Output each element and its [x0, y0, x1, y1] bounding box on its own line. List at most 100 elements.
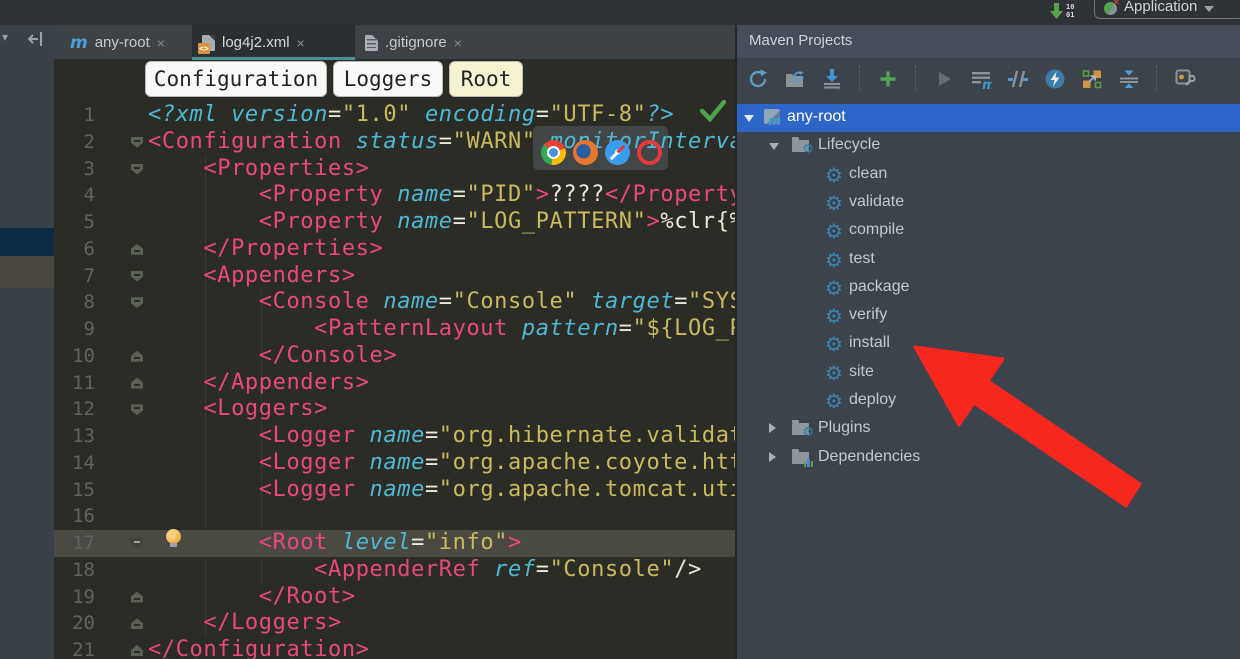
code-line-16[interactable]: 16 [54, 503, 735, 530]
tree-label: install [849, 334, 890, 352]
fold-marker-icon[interactable] [131, 378, 143, 389]
code-line-6[interactable]: 6 </Properties> [54, 236, 735, 263]
fold-marker-icon[interactable] [131, 645, 143, 656]
fold-marker-icon[interactable] [131, 618, 143, 629]
tree-row-package[interactable]: ⚙package [737, 274, 1240, 302]
left-toolwindow-strip: ▾ [0, 25, 55, 659]
code-line-9[interactable]: 9 <PatternLayout pattern="${LOG_PATTERN}… [54, 316, 735, 343]
toolbar-separator [1156, 66, 1158, 92]
code-line-15[interactable]: 15 <Logger name="org.apache.tomcat.util" [54, 477, 735, 504]
text-file-icon [365, 35, 378, 51]
code-line-21[interactable]: 21</Configuration> [54, 637, 735, 659]
run-maven-build-icon[interactable] [933, 68, 955, 90]
code-text: <Logger name="org.apache.tomcat.util" [148, 477, 735, 504]
firefox-icon[interactable] [573, 140, 598, 165]
fold-marker-icon[interactable] [131, 404, 143, 415]
generate-sources-update-folders-icon[interactable] [784, 68, 806, 90]
vcs-update-icon[interactable]: 10 01 [1048, 1, 1082, 21]
tree-row-plugins[interactable]: ⚙Plugins [737, 415, 1240, 443]
fold-marker-icon[interactable] [131, 297, 143, 308]
code-line-5[interactable]: 5 <Property name="LOG_PATTERN">%clr{%d{ [54, 209, 735, 236]
tree-label: Plugins [818, 419, 870, 437]
folder-gear-icon: ⚙ [792, 140, 809, 152]
chevron-expanded-icon[interactable] [769, 143, 779, 150]
fold-marker-icon[interactable] [131, 538, 143, 549]
breadcrumb-configuration[interactable]: Configuration [145, 61, 327, 97]
tab-log4j2-xml[interactable]: <> log4j2.xml × [192, 25, 355, 60]
code-line-12[interactable]: 12 <Loggers> [54, 396, 735, 423]
tree-row-compile[interactable]: ⚙compile [737, 217, 1240, 245]
fold-marker-icon[interactable] [131, 164, 143, 175]
tree-row-site[interactable]: ⚙site [737, 359, 1240, 387]
code-line-8[interactable]: 8 <Console name="Console" target="SYSTEM… [54, 289, 735, 316]
tree-row-install[interactable]: ⚙install [737, 330, 1240, 358]
fold-marker-icon[interactable] [131, 137, 143, 148]
tree-row-validate[interactable]: ⚙validate [737, 189, 1240, 217]
tab-label: .gitignore [385, 34, 447, 51]
intention-lightbulb-icon[interactable] [166, 529, 181, 544]
code-line-7[interactable]: 7 <Appenders> [54, 263, 735, 290]
run-configuration-combo[interactable]: ✕ Application [1094, 0, 1240, 19]
tab-gitignore[interactable]: .gitignore × [355, 25, 490, 60]
code-line-1[interactable]: 1<?xml version="1.0" encoding="UTF-8"?> [54, 102, 735, 129]
chevron-expanded-icon[interactable] [744, 115, 754, 122]
execute-maven-goal-icon[interactable]: m [970, 68, 992, 90]
vcs-counter-bottom: 01 [1066, 11, 1074, 19]
close-icon[interactable]: × [157, 36, 165, 50]
safari-icon[interactable] [605, 140, 630, 165]
add-maven-projects-icon[interactable] [877, 68, 899, 90]
breadcrumb-root[interactable]: Root [449, 61, 523, 97]
opera-icon[interactable] [637, 140, 662, 165]
fold-marker-icon[interactable] [131, 271, 143, 282]
code-text: <Property name="LOG_PATTERN">%clr{%d{ [148, 209, 735, 236]
tree-row-any-root[interactable]: many-root [737, 104, 1240, 132]
panel-title: Maven Projects [749, 32, 852, 49]
fold-marker-icon[interactable] [131, 244, 143, 255]
code-line-11[interactable]: 11 </Appenders> [54, 370, 735, 397]
toggle-skip-tests-icon[interactable] [1044, 68, 1066, 90]
code-line-14[interactable]: 14 <Logger name="org.apache.coyote.http1… [54, 450, 735, 477]
code-text: <Properties> [148, 156, 370, 183]
code-line-19[interactable]: 19 </Root> [54, 584, 735, 611]
main-toolbar: 10 01 ✕ Application [0, 0, 1240, 26]
fold-marker-icon[interactable] [131, 351, 143, 362]
collapse-all-icon[interactable] [1118, 68, 1140, 90]
scroll-from-source-icon[interactable] [26, 30, 44, 48]
code-text: </Properties> [148, 236, 383, 263]
chrome-icon[interactable] [541, 140, 566, 165]
code-line-18[interactable]: 18 <AppenderRef ref="Console"/> [54, 557, 735, 584]
chevron-down-icon[interactable]: ▾ [2, 30, 8, 44]
maven-settings-icon[interactable] [1174, 68, 1196, 90]
tree-row-dependencies[interactable]: Dependencies [737, 444, 1240, 472]
tree-row-deploy[interactable]: ⚙deploy [737, 387, 1240, 415]
download-sources-documentation-icon[interactable] [821, 68, 843, 90]
code-line-4[interactable]: 4 <Property name="PID">????</Property> [54, 182, 735, 209]
show-dependencies-icon[interactable] [1081, 68, 1103, 90]
tab-label: any-root [95, 34, 150, 51]
tree-row-verify[interactable]: ⚙verify [737, 302, 1240, 330]
reimport-all-maven-projects-icon[interactable] [747, 68, 769, 90]
toggle-offline-mode-icon[interactable] [1007, 68, 1029, 90]
chevron-collapsed-icon[interactable] [769, 423, 776, 433]
code-line-10[interactable]: 10 </Console> [54, 343, 735, 370]
tree-row-test[interactable]: ⚙test [737, 246, 1240, 274]
project-tree-selected-row[interactable] [0, 228, 54, 256]
breadcrumb-loggers[interactable]: Loggers [333, 61, 443, 97]
fold-marker-icon[interactable] [131, 592, 143, 603]
maven-panel-header[interactable]: Maven Projects [737, 25, 1240, 59]
code-line-17[interactable]: 17 <Root level="info"> [54, 530, 735, 557]
code-line-13[interactable]: 13 <Logger name="org.hibernate.validator… [54, 423, 735, 450]
close-icon[interactable]: × [297, 36, 305, 50]
tab-any-root[interactable]: m any-root × [60, 25, 190, 60]
inspection-ok-check-icon[interactable] [700, 100, 726, 122]
tree-row-clean[interactable]: ⚙clean [737, 161, 1240, 189]
close-icon[interactable]: × [454, 36, 462, 50]
code-line-20[interactable]: 20 </Loggers> [54, 610, 735, 637]
folder-dependencies-icon [792, 452, 809, 464]
line-number: 21 [54, 637, 95, 659]
line-number: 8 [54, 289, 95, 316]
tree-row-lifecycle[interactable]: ⚙Lifecycle [737, 132, 1240, 160]
chevron-collapsed-icon[interactable] [769, 452, 776, 462]
project-tree-focused-row[interactable] [0, 256, 54, 288]
line-number: 5 [54, 209, 95, 236]
